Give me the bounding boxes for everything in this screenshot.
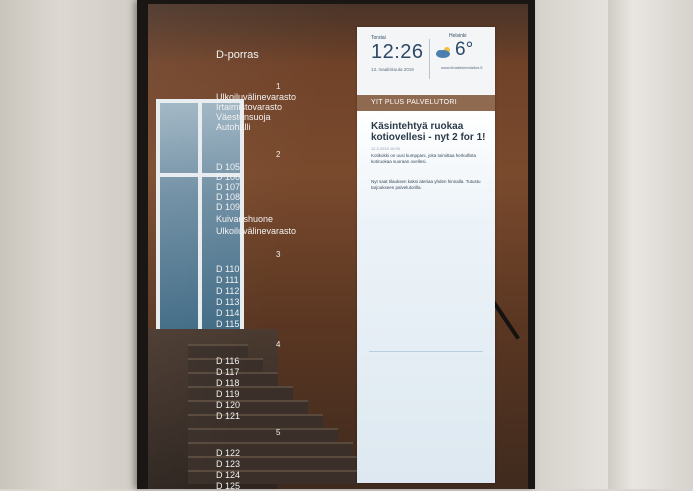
news-card[interactable]: Käsintehtyä ruokaa kotiovellesi - nyt 2 … [357,111,495,483]
info-panel: Torstai 12:26 13. maaliskuuta 2019 Helsi… [357,27,495,483]
news-byline: 12.3.2019 10:00 [371,146,400,151]
news-body: Nyt saat tilauksen kaksi ateriaa yhden h… [371,179,481,190]
directory-entry: D 114 [216,308,240,318]
news-body: Kotikokki on uusi kumppani, joka toimitt… [371,153,477,164]
news-headline: Käsintehtyä ruokaa kotiovellesi - nyt 2 … [371,121,486,143]
door-frame [608,0,693,489]
directory-entry: D 108 [216,192,241,202]
clock-weather-header: Torstai 12:26 13. maaliskuuta 2019 Helsi… [357,27,495,95]
directory-entry: D 105 [216,162,241,172]
directory-entry: D 125 [216,481,241,491]
directory-entry: Ulkoiluvälinevarasto [216,92,297,102]
floor-number: 2 [276,150,281,159]
directory-entry: D 119 [216,389,240,399]
directory-entry: Väestönsuoja [216,112,271,122]
wall-left [0,0,150,489]
cloud-sun-icon [436,47,450,58]
floor-number: 5 [276,428,281,437]
directory-entry: D 123 [216,459,241,469]
directory-entry: D 109 [216,202,241,212]
clock-time: 12:26 [371,41,424,63]
directory-entry: D 122 [216,448,241,458]
directory-entry: Autohalli [216,122,251,132]
date-label: 13. maaliskuuta 2019 [371,67,414,72]
directory-entry: D 124 [216,470,241,480]
directory-entry: D 117 [216,367,240,377]
floor-number: 3 [276,250,281,259]
directory-entry: D 112 [216,286,240,296]
floor-number: 4 [276,340,281,349]
directory-entry: D 113 [216,297,240,307]
directory-entry: D 107 [216,182,241,192]
directory-entry: Irtaimistovarasto [216,102,283,112]
directory-entry: Kuivaushuone [216,214,274,224]
directory-entry: D 121 [216,411,241,421]
directory-entry: Ulkoiluvälinevarasto [216,226,297,236]
temperature: 6° [455,39,474,60]
floor-number: 1 [276,82,281,91]
service-bar-label: YIT PLUS PALVELUTORI [371,99,458,106]
wayfinding-directory: D-porras 1 Ulkoiluvälinevarasto Irtaimis… [216,49,346,491]
directory-entry: D 110 [216,264,240,274]
directory-entry: D 106 [216,172,241,182]
header-divider [429,39,430,79]
weather-source: www.ilmatieteenlaitos.fi [441,65,483,70]
directory-entry: D 116 [216,356,240,366]
service-bar[interactable]: YIT PLUS PALVELUTORI [357,95,495,111]
stairwell-title: D-porras [216,49,259,61]
directory-entry: D 111 [216,275,239,285]
window-mullion [198,103,202,333]
directory-entry: D 118 [216,378,240,388]
content-divider [369,351,483,352]
directory-entry: D 115 [216,319,240,329]
directory-entry: D 120 [216,400,241,410]
